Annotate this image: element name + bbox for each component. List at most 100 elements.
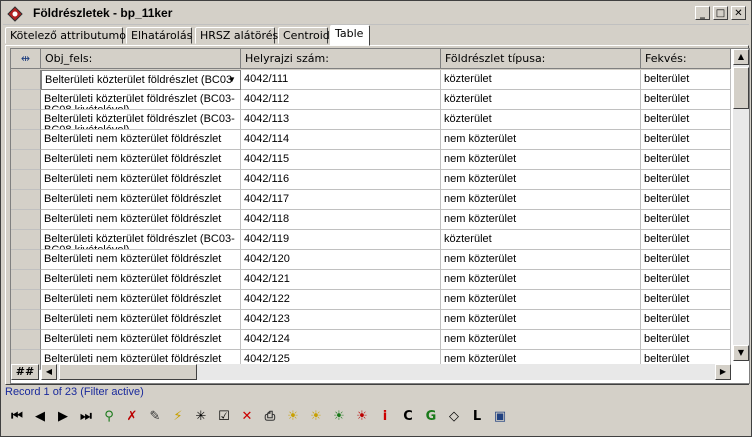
type-cell[interactable]: nem közterület [441, 190, 641, 210]
obj-fels-cell[interactable]: Belterületi közterület földrészlet (BC03… [41, 90, 241, 110]
scroll-right-button[interactable]: ▶ [715, 364, 731, 380]
obj-fels-cell[interactable]: Belterületi közterület földrészlet (BC03… [41, 230, 241, 250]
type-cell[interactable]: nem közterület [441, 310, 641, 330]
obj-fels-cell[interactable]: Belterületi nem közterület földrészlet [41, 150, 241, 170]
horizontal-scrollbar[interactable]: ◀ ▶ [41, 364, 731, 380]
scroll-left-button[interactable]: ◀ [41, 364, 57, 380]
type-cell[interactable]: közterület [441, 90, 641, 110]
table-row[interactable]: Belterületi közterület földrészlet (BC03… [11, 90, 731, 110]
first-record-button[interactable]: ⏮ [7, 406, 27, 428]
type-cell[interactable]: nem közterület [441, 330, 641, 350]
obj-fels-cell[interactable]: Belterületi nem közterület földrészlet [41, 290, 241, 310]
type-cell[interactable]: nem közterület [441, 210, 641, 230]
location-cell[interactable]: belterület [641, 170, 731, 190]
filter-button[interactable]: ⚲ [99, 406, 119, 428]
hrsz-cell[interactable]: 4042/111 [241, 70, 441, 90]
row-selector[interactable] [11, 290, 41, 310]
highlight-all-button[interactable]: ☀ [306, 406, 326, 428]
title-bar[interactable]: Földrészletek - bp_11ker _ □ ✕ [3, 3, 749, 25]
obj-fels-cell[interactable]: Belterületi nem közterület földrészlet [41, 210, 241, 230]
type-cell[interactable]: nem közterület [441, 170, 641, 190]
row-selector[interactable] [11, 210, 41, 230]
vertex-button[interactable]: ◇ [444, 406, 464, 428]
table-row[interactable]: Belterületi közterület földrészlet (BC03… [11, 110, 731, 130]
table-row[interactable]: Belterületi nem közterület földrészlet 40… [11, 130, 731, 150]
location-cell[interactable]: belterület [641, 110, 731, 130]
obj-fels-cell[interactable]: Belterületi nem közterület földrészlet [41, 330, 241, 350]
table-row[interactable]: Belterületi közterület földrészlet (BC03… [11, 230, 731, 250]
table-row[interactable]: Belterületi nem közterület földrészlet 40… [11, 330, 731, 350]
centroid-button[interactable]: C [398, 406, 418, 428]
next-record-button[interactable]: ▶ [53, 406, 73, 428]
obj-fels-cell[interactable]: Belterületi közterület földrészlet (BC03… [41, 110, 241, 130]
tab-delimitation[interactable]: Elhatárolás [126, 27, 192, 44]
location-cell[interactable]: belterület [641, 270, 731, 290]
highlight-selection-button[interactable]: ☀ [329, 406, 349, 428]
row-selector[interactable] [11, 70, 41, 90]
row-selector[interactable] [11, 190, 41, 210]
table-row[interactable]: Belterületi nem közterület földrészlet 40… [11, 150, 731, 170]
row-selector[interactable] [11, 250, 41, 270]
record-selector-button[interactable]: ## [11, 364, 39, 380]
type-cell[interactable]: nem közterület [441, 290, 641, 310]
info-button[interactable]: i [375, 406, 395, 428]
location-cell[interactable]: belterület [641, 310, 731, 330]
row-selector[interactable] [11, 90, 41, 110]
row-selector[interactable] [11, 330, 41, 350]
table-row[interactable]: Belterületi nem közterület földrészlet 40… [11, 210, 731, 230]
table-row[interactable]: Belterületi nem közterület földrészlet 40… [11, 270, 731, 290]
remove-filter-button[interactable]: ✗ [122, 406, 142, 428]
vertical-scroll-thumb[interactable] [733, 67, 749, 109]
close-button[interactable]: ✕ [731, 6, 746, 20]
tab-hrsz[interactable]: HRSZ alátörés [195, 27, 278, 44]
table-row[interactable]: Belterületi nem közterület földrészlet 40… [11, 250, 731, 270]
hrsz-cell[interactable]: 4042/119 [241, 230, 441, 250]
row-selector[interactable] [11, 170, 41, 190]
row-selector[interactable] [11, 150, 41, 170]
highlight-button[interactable]: ☀ [283, 406, 303, 428]
location-cell[interactable]: belterület [641, 210, 731, 230]
table-row[interactable]: Belterületi nem közterület földrészlet 40… [11, 310, 731, 330]
hrsz-cell[interactable]: 4042/113 [241, 110, 441, 130]
type-cell[interactable]: közterület [441, 230, 641, 250]
vertical-scrollbar[interactable]: ▲ ▼ [733, 49, 749, 361]
location-cell[interactable]: belterület [641, 290, 731, 310]
delete-button[interactable]: ✕ [237, 406, 257, 428]
type-cell[interactable]: nem közterület [441, 270, 641, 290]
tab-table[interactable]: Table [330, 25, 370, 46]
column-header-obj-fels[interactable]: Obj_fels: [41, 49, 241, 69]
table-row[interactable]: Belterületi nem közterület földrészlet 40… [11, 290, 731, 310]
maximize-button[interactable]: □ [713, 6, 728, 20]
lightning-button[interactable]: ⚡ [168, 406, 188, 428]
type-cell[interactable]: közterület [441, 110, 641, 130]
table-row[interactable]: Belterületi nem közterület földrészlet 40… [11, 190, 731, 210]
location-cell[interactable]: belterület [641, 250, 731, 270]
print-button[interactable]: ⎙ [260, 406, 280, 428]
clear-highlight-button[interactable]: ☀ [352, 406, 372, 428]
obj-fels-cell[interactable]: Belterületi nem közterület földrészlet [41, 130, 241, 150]
row-selector[interactable] [11, 130, 41, 150]
hrsz-cell[interactable]: 4042/120 [241, 250, 441, 270]
scroll-up-button[interactable]: ▲ [733, 49, 749, 65]
hrsz-cell[interactable]: 4042/116 [241, 170, 441, 190]
type-cell[interactable]: nem közterület [441, 150, 641, 170]
properties-button[interactable]: ☑ [214, 406, 234, 428]
tab-centroid[interactable]: Centroid [278, 27, 330, 44]
location-cell[interactable]: belterület [641, 130, 731, 150]
minimize-button[interactable]: _ [695, 6, 710, 20]
location-cell[interactable]: belterület [641, 70, 731, 90]
obj-fels-cell[interactable]: Belterületi nem közterület földrészlet [41, 250, 241, 270]
table-row[interactable]: Belterületi közterület földrészlet (BC03… [11, 70, 731, 90]
obj-fels-cell[interactable]: Belterületi nem közterület földrészlet [41, 270, 241, 290]
dropdown-arrow-icon[interactable]: ▼ [226, 74, 238, 86]
column-header-hrsz[interactable]: Helyrajzi szám: [241, 49, 441, 69]
scroll-down-button[interactable]: ▼ [733, 345, 749, 361]
location-cell[interactable]: belterület [641, 230, 731, 250]
horizontal-scroll-thumb[interactable] [59, 364, 197, 380]
row-selector[interactable] [11, 270, 41, 290]
zoom-to-button[interactable]: ▣ [490, 406, 510, 428]
new-record-button[interactable]: ✳ [191, 406, 211, 428]
hrsz-cell[interactable]: 4042/123 [241, 310, 441, 330]
hrsz-cell[interactable]: 4042/112 [241, 90, 441, 110]
last-record-button[interactable]: ⏭ [76, 406, 96, 428]
